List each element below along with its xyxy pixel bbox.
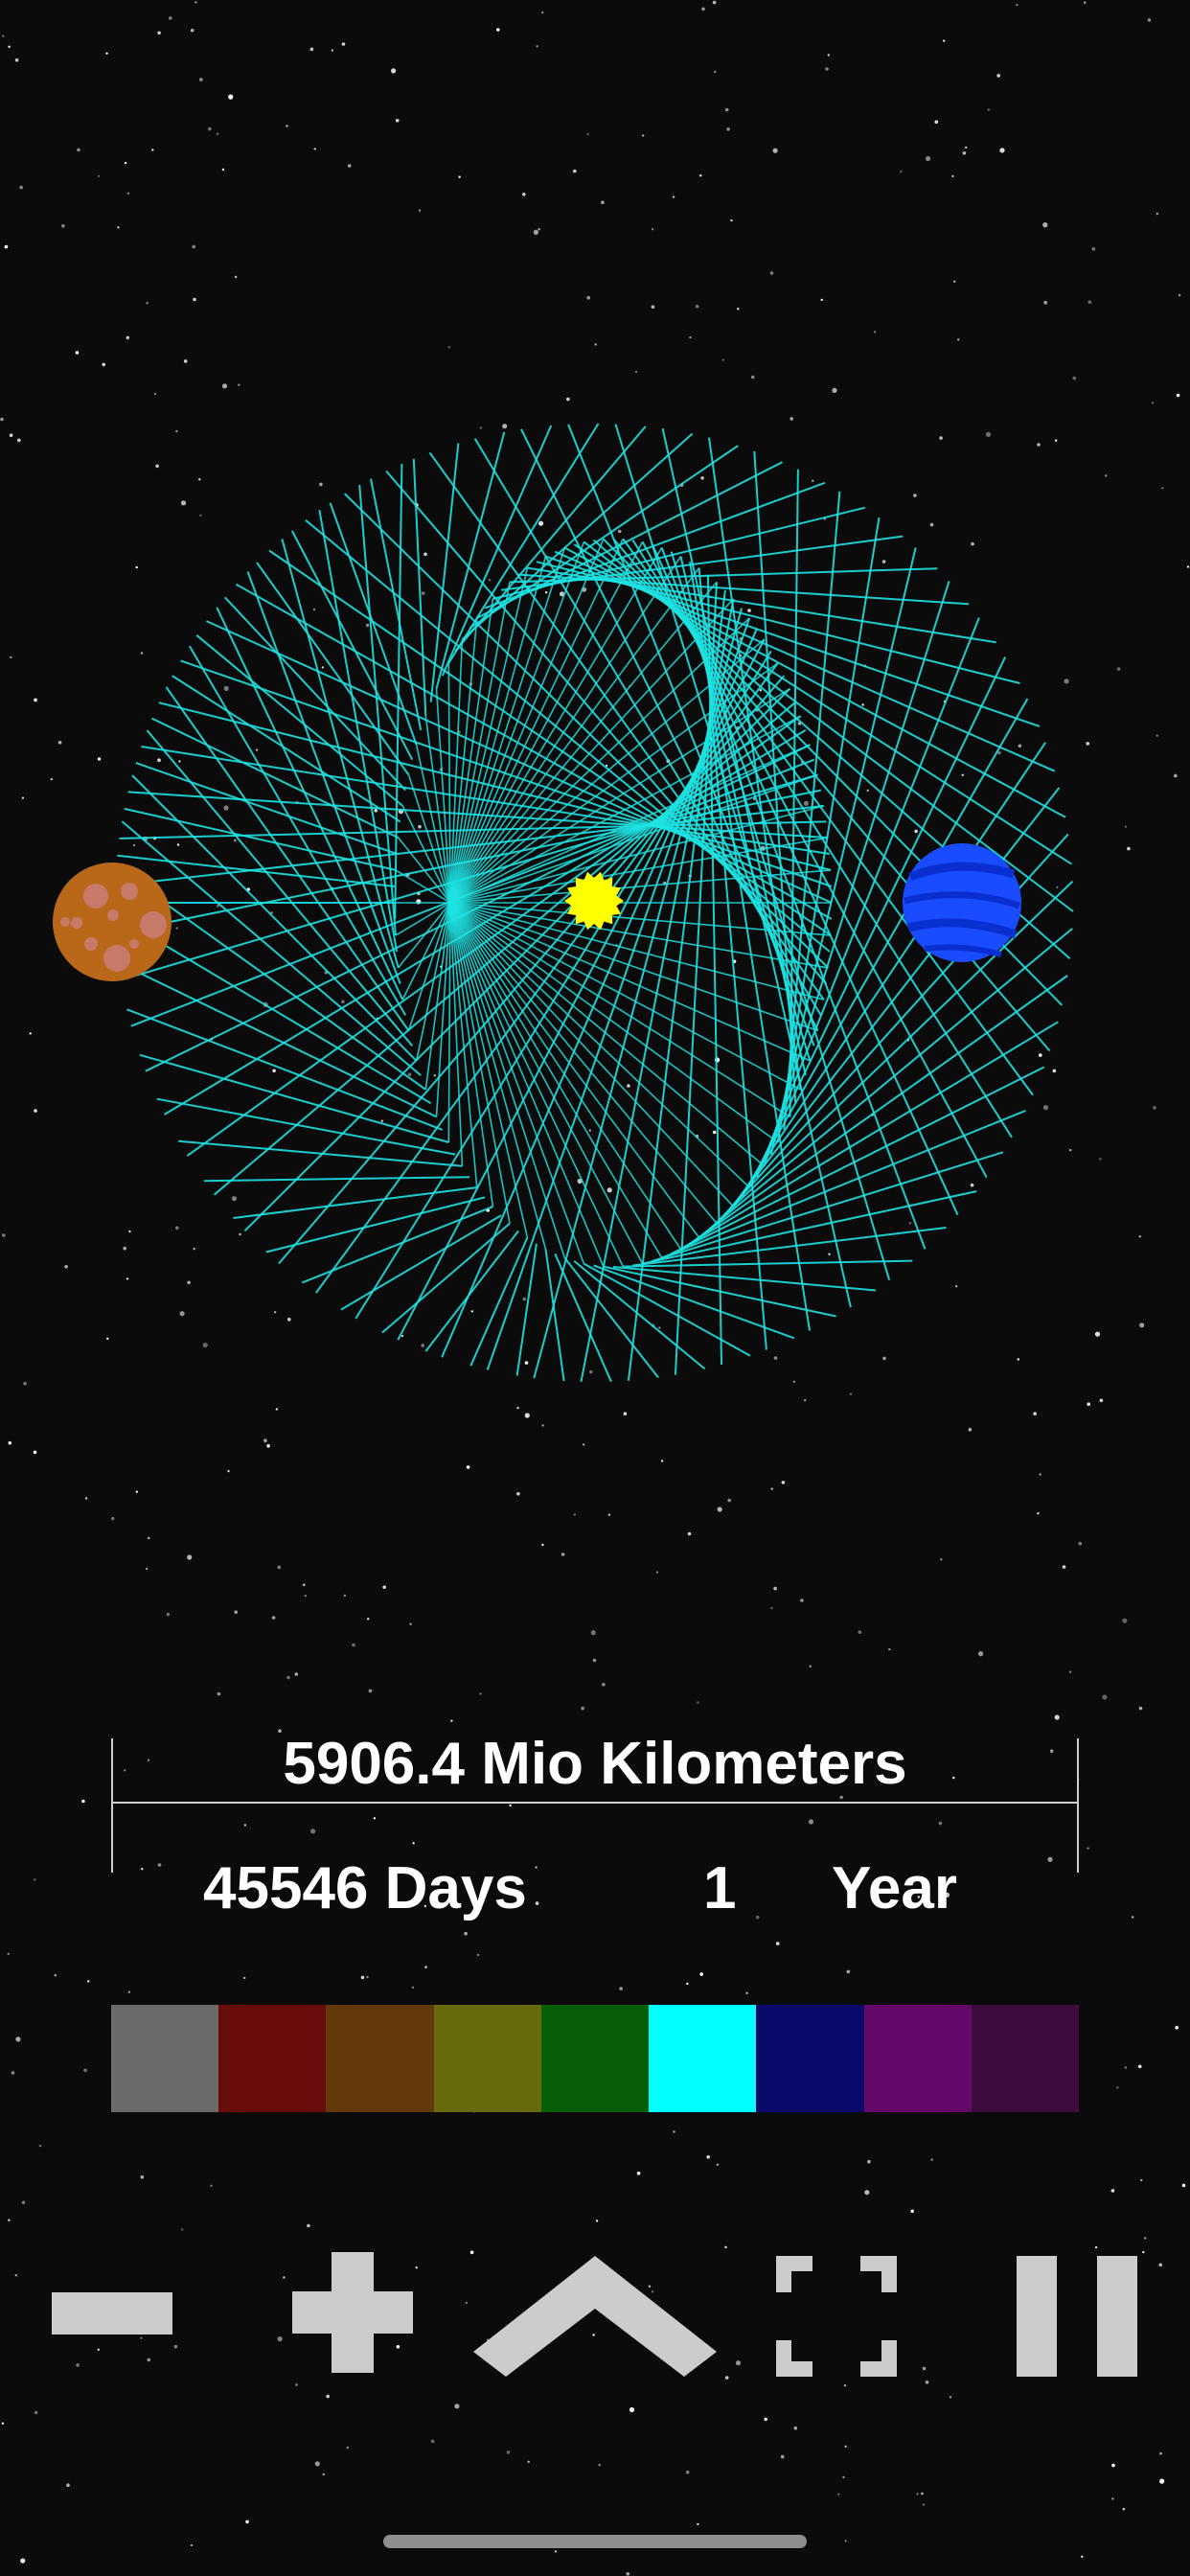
- color-palette: [111, 2005, 1079, 2112]
- orbit-visualization: [53, 423, 1074, 1383]
- swatch-dark-purple[interactable]: [971, 2005, 1079, 2112]
- home-indicator: [383, 2535, 807, 2548]
- swatch-gray[interactable]: [111, 2005, 219, 2112]
- year-label: Year: [832, 1855, 958, 1921]
- zoom-out-button[interactable]: [52, 2292, 172, 2334]
- swatch-purple[interactable]: [863, 2005, 972, 2112]
- swatch-cyan[interactable]: [649, 2005, 757, 2112]
- pause-button[interactable]: [1017, 2256, 1137, 2377]
- swatch-brown[interactable]: [326, 2005, 434, 2112]
- fullscreen-icon: [776, 2256, 897, 2377]
- pause-icon: [1017, 2256, 1137, 2377]
- chevron-up-icon: [473, 2256, 717, 2377]
- control-bar: [0, 2252, 1190, 2386]
- distance-label: 5906.4 Mio Kilometers: [283, 1731, 907, 1797]
- days-label: 45546 Days: [203, 1855, 527, 1921]
- blue-planet-icon: [903, 843, 1021, 962]
- fullscreen-button[interactable]: [776, 2256, 897, 2377]
- year-value: 1: [703, 1855, 737, 1921]
- outer-planet-icon: [53, 862, 172, 981]
- readout-divider: [111, 1802, 1079, 1804]
- zoom-in-button[interactable]: [292, 2252, 413, 2373]
- swatch-dark-red[interactable]: [218, 2005, 327, 2112]
- expand-up-button[interactable]: [473, 2256, 717, 2377]
- swatch-navy[interactable]: [756, 2005, 864, 2112]
- swatch-olive[interactable]: [433, 2005, 541, 2112]
- swatch-green[interactable]: [540, 2005, 650, 2112]
- plus-icon: [292, 2252, 413, 2373]
- orbit-readout: 5906.4 Mio Kilometers 45546 Days 1 Year: [111, 1731, 1079, 1919]
- minus-icon: [52, 2292, 172, 2334]
